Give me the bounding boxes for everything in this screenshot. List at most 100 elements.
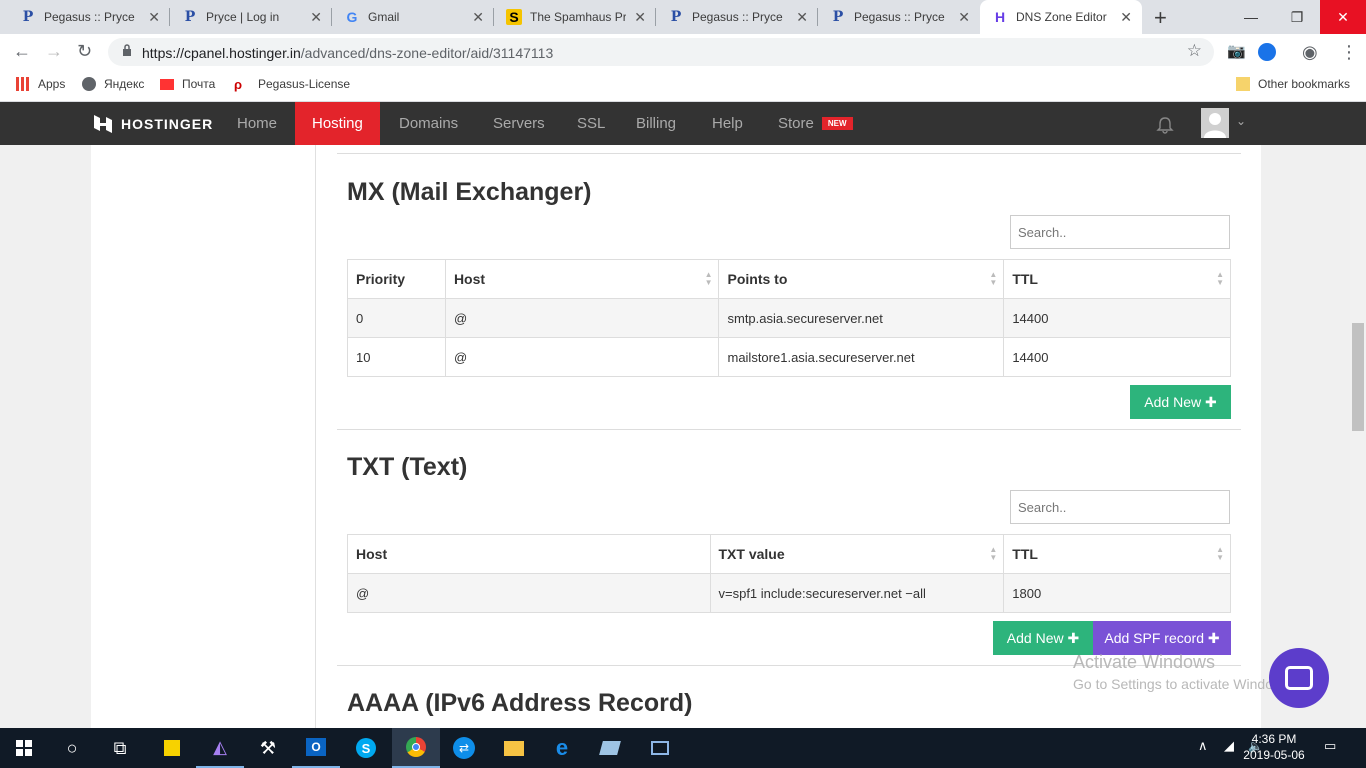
tab-dns-zone-editor[interactable]: H DNS Zone Editor ✕ [980,0,1142,34]
chevron-down-icon[interactable]: ⌄ [1236,114,1246,128]
nav-help[interactable]: Help [695,102,760,145]
nav-domains[interactable]: Domains [382,102,475,145]
nav-hosting[interactable]: Hosting [295,102,380,145]
other-bookmarks[interactable]: Other bookmarks [1236,77,1350,91]
sort-icon: ▲ ▼ [704,270,713,287]
mx-records-table: Priority Host ▲ ▼ Points to ▲ ▼ TTL ▲ ▼ 0 @ sm… [347,259,1231,377]
pegasus-p-icon: P [670,9,682,25]
remote-desktop-icon[interactable] [636,728,684,768]
teamviewer-icon[interactable]: ⇄ [440,728,488,768]
table-row[interactable]: @ v=spf1 include:secureserver.net −all 1… [347,573,1231,613]
url-text: https://cpanel.hostinger.in/advanced/dns… [142,45,554,61]
new-tab-icon[interactable]: + [1154,5,1167,31]
skype-icon[interactable]: S [342,728,390,768]
column-header-ttl[interactable]: TTL ▲ ▼ [1003,259,1231,299]
bookmark-pegasus-license[interactable]: ρ Pegasus-License [234,77,350,92]
divider [337,153,1241,154]
close-tab-icon[interactable]: ✕ [310,9,322,26]
mx-search-input[interactable]: Search.. [1010,215,1230,249]
close-tab-icon[interactable]: ✕ [472,9,484,26]
close-tab-icon[interactable]: ✕ [634,9,646,26]
column-header-host[interactable]: Host [347,534,711,574]
plus-icon: ✚ [1067,629,1080,646]
column-header-host[interactable]: Host ▲ ▼ [444,259,720,299]
extension-icon[interactable] [1258,43,1276,61]
add-spf-record-button[interactable]: Add SPF record ✚ [1093,621,1231,655]
task-view-icon[interactable]: ⧉ [96,728,144,768]
scrollbar-thumb[interactable] [1352,323,1364,431]
activate-windows-hint: Go to Settings to activate Windows. [1073,676,1294,692]
notifications-icon[interactable]: ▭ [1324,738,1336,754]
outlook-icon[interactable]: O [292,728,340,768]
maximize-icon[interactable]: ❐ [1274,0,1320,34]
tray-chevron-icon[interactable]: ∧ [1198,738,1208,754]
tools-icon[interactable]: ⚒ [244,728,292,768]
menu-dots-icon[interactable]: ⋮ [1340,42,1358,63]
search-circle-icon[interactable]: ○ [48,728,96,768]
tab-pryce-login[interactable]: P Pryce | Log in ✕ [170,0,332,34]
nav-home[interactable]: Home [220,102,294,145]
lock-icon [123,44,131,56]
windows-start-icon[interactable] [0,728,48,768]
column-header-txt-value[interactable]: TXT value ▲ ▼ [709,534,1005,574]
txt-section-title: TXT (Text) [347,453,468,481]
profile-icon[interactable]: ◉ [1302,42,1318,63]
app-icon[interactable] [586,728,634,768]
file-explorer-icon[interactable] [490,728,538,768]
nav-store[interactable]: Store NEW [761,102,870,145]
reload-icon[interactable]: ↻ [77,41,92,62]
tab-pegasus-3[interactable]: P Pegasus :: Pryce ✕ [818,0,980,34]
camera-icon[interactable]: 📷 [1227,42,1246,60]
table-row[interactable]: 10 @ mailstore1.asia.secureserver.net 14… [347,337,1231,377]
txt-search-input[interactable]: Search.. [1010,490,1230,524]
pegasus-license-icon: ρ [234,77,243,92]
taskbar-clock[interactable]: 4:36 PM 2019-05-06 [1241,731,1307,763]
chat-bubble-icon [1285,666,1313,690]
column-header-ttl[interactable]: TTL ▲ ▼ [1003,534,1231,574]
tab-pegasus-2[interactable]: P Pegasus :: Pryce ✕ [656,0,818,34]
apps-grid-icon [16,77,30,91]
address-bar[interactable]: https://cpanel.hostinger.in/advanced/dns… [108,38,1214,66]
close-tab-icon[interactable]: ✕ [958,9,970,26]
notification-bell-icon[interactable] [1156,116,1174,134]
sort-icon: ▲ ▼ [989,545,998,562]
edge-icon[interactable]: e [538,728,586,768]
mail-icon [160,78,174,90]
bookmark-star-icon[interactable]: ☆ [1187,41,1202,61]
network-icon[interactable]: ◢ [1224,738,1234,754]
table-row[interactable]: 0 @ smtp.asia.secureserver.net 14400 [347,298,1231,338]
tab-gmail[interactable]: G Gmail ✕ [332,0,494,34]
minimize-icon[interactable]: — [1228,0,1274,34]
windows-taskbar: ○ ⧉ ◭ ⚒ O S ⇄ e ∧ ◢ 🔈 4:36 PM 2019-05-06… [0,728,1366,768]
user-avatar[interactable] [1201,108,1229,138]
user-silhouette-icon [1204,113,1226,138]
nav-ssl[interactable]: SSL [560,102,622,145]
chrome-icon[interactable] [392,728,440,768]
close-tab-icon[interactable]: ✕ [796,9,808,26]
bookmark-pochta[interactable]: Почта [160,77,215,91]
column-header-points-to[interactable]: Points to ▲ ▼ [718,259,1005,299]
sort-icon: ▲ ▼ [989,270,998,287]
tab-spamhaus[interactable]: S The Spamhaus Pro ✕ [494,0,656,34]
txt-add-new-button[interactable]: Add New ✚ [993,621,1093,655]
close-tab-icon[interactable]: ✕ [1120,9,1132,26]
page-scrollbar[interactable] [1350,145,1366,728]
tab-pegasus-1[interactable]: P Pegasus :: Pryce ✕ [8,0,170,34]
visual-studio-icon[interactable]: ◭ [196,728,244,768]
close-tab-icon[interactable]: ✕ [148,9,160,26]
window-close-icon[interactable]: ✕ [1320,0,1366,34]
forward-icon[interactable]: → [45,41,63,62]
spamhaus-s-icon: S [506,9,522,25]
bookmark-yandex[interactable]: Яндекс [82,77,144,91]
back-icon[interactable]: ← [13,41,31,62]
sticky-notes-icon[interactable] [148,728,196,768]
hostinger-logo-icon [94,115,112,133]
nav-servers[interactable]: Servers [476,102,562,145]
nav-billing[interactable]: Billing [619,102,693,145]
column-header-priority[interactable]: Priority [347,259,446,299]
live-chat-button[interactable] [1269,648,1329,708]
hostinger-logo[interactable]: HOSTINGER [93,114,213,134]
mx-add-new-button[interactable]: Add New ✚ [1130,385,1231,419]
new-badge: NEW [821,117,853,130]
bookmark-apps[interactable]: Apps [16,77,65,91]
